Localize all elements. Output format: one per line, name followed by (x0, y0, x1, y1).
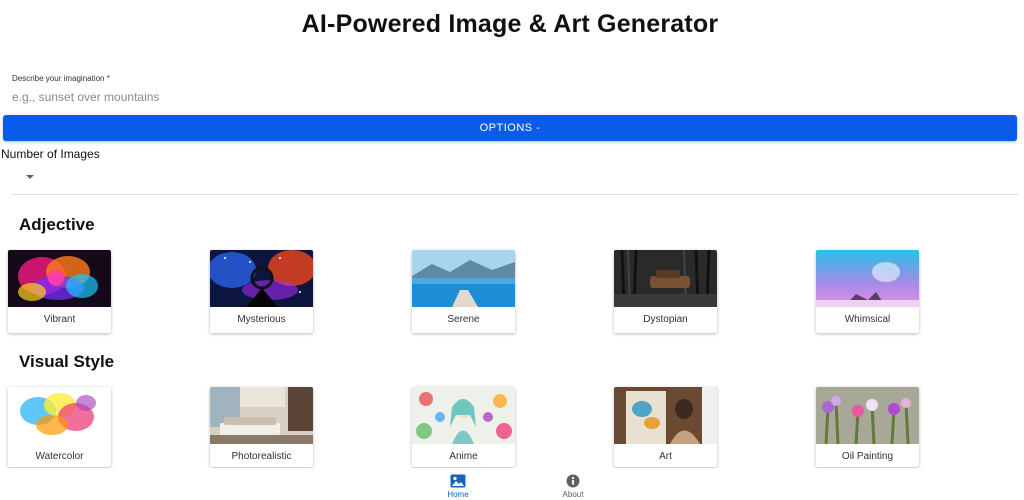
oil-painting-image (816, 387, 919, 444)
photorealistic-image (210, 387, 313, 444)
style-card-watercolor[interactable]: Watercolor (8, 387, 111, 467)
style-card-serene[interactable]: Serene (412, 250, 515, 333)
card-label: Whimsical (844, 314, 891, 325)
card-label: Anime (449, 451, 478, 462)
card-label: Mysterious (237, 314, 286, 325)
style-card-art[interactable]: Art (614, 387, 717, 467)
options-button[interactable]: OPTIONS - (3, 115, 1017, 141)
section-title-adjective: Adjective (19, 215, 95, 234)
serene-image (412, 250, 515, 307)
whimsical-image (816, 250, 919, 307)
card-label: Oil Painting (841, 451, 894, 462)
info-icon (565, 474, 581, 488)
card-label: Serene (447, 314, 480, 325)
style-card-anime[interactable]: Anime (412, 387, 515, 467)
card-label: Vibrant (43, 314, 76, 325)
style-card-dystopian[interactable]: Dystopian (614, 250, 717, 333)
divider (12, 194, 1018, 195)
style-card-whimsical[interactable]: Whimsical (816, 250, 919, 333)
caret-down-icon (26, 175, 34, 179)
prompt-input[interactable] (12, 88, 1002, 106)
art-image (614, 387, 717, 444)
section-title-visual-style: Visual Style (19, 352, 115, 371)
nav-home-label: Home (447, 490, 469, 499)
bottom-navigation: Home About (0, 468, 1024, 500)
card-label: Photorealistic (231, 451, 292, 462)
nav-about[interactable]: About (543, 468, 603, 500)
style-card-vibrant[interactable]: Vibrant (8, 250, 111, 333)
card-label: Watercolor (35, 451, 84, 462)
anime-image (412, 387, 515, 444)
nav-about-label: About (562, 490, 584, 499)
style-card-oil-painting[interactable]: Oil Painting (816, 387, 919, 467)
page-title: AI-Powered Image & Art Generator (301, 10, 719, 38)
card-label: Dystopian (643, 314, 688, 325)
nav-home[interactable]: Home (428, 468, 488, 500)
style-card-photorealistic[interactable]: Photorealistic (210, 387, 313, 467)
watercolor-image (8, 387, 111, 444)
dystopian-image (614, 250, 717, 307)
image-icon (450, 474, 466, 488)
number-of-images-select[interactable] (14, 168, 54, 188)
prompt-label: Describe your imagination * (12, 74, 110, 83)
mysterious-image (210, 250, 313, 307)
card-label: Art (659, 451, 672, 462)
style-card-mysterious[interactable]: Mysterious (210, 250, 313, 333)
vibrant-image (8, 250, 111, 307)
number-of-images-label: Number of Images (1, 147, 100, 161)
